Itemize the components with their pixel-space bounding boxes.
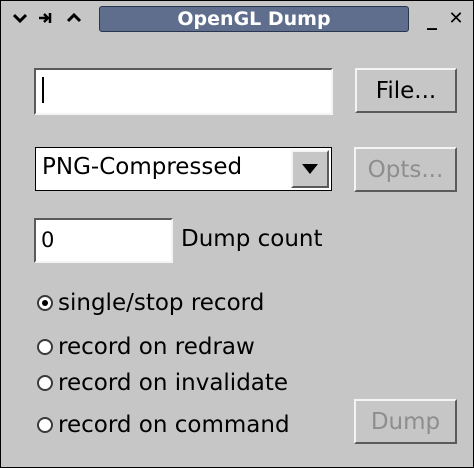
radio-selected-icon	[37, 295, 53, 311]
dropdown-arrow-icon[interactable]	[291, 150, 329, 188]
radio-record-on-redraw[interactable]: record on redraw	[37, 332, 255, 362]
dump-button[interactable]: Dump	[354, 399, 457, 444]
radio-label: record on command	[58, 412, 290, 438]
format-select[interactable]: PNG-Compressed	[35, 147, 332, 191]
opts-button[interactable]: Opts...	[354, 147, 457, 192]
radio-unselected-icon	[37, 339, 53, 355]
format-select-value: PNG-Compressed	[42, 154, 243, 180]
radio-record-on-command[interactable]: record on command	[37, 410, 290, 440]
radio-label: single/stop record	[58, 290, 265, 316]
radio-single-stop-record[interactable]: single/stop record	[37, 288, 264, 318]
text-cursor	[42, 77, 44, 103]
dump-count-value: 0	[41, 228, 55, 252]
dump-count-input[interactable]: 0	[34, 218, 173, 263]
pin-icon[interactable]	[35, 7, 57, 29]
file-path-input[interactable]	[34, 68, 333, 115]
close-button[interactable]: ✕	[445, 7, 467, 29]
chevron-down-icon[interactable]	[9, 7, 31, 29]
dump-count-label: Dump count	[181, 226, 323, 252]
radio-label: record on redraw	[58, 334, 255, 360]
chevron-up-icon[interactable]	[63, 7, 85, 29]
radio-unselected-icon	[37, 417, 53, 433]
window-title: OpenGL Dump	[99, 6, 409, 32]
minimize-button[interactable]: _	[421, 6, 443, 30]
title-bar: OpenGL Dump _ ✕	[1, 1, 473, 37]
file-button[interactable]: File...	[355, 68, 457, 113]
radio-label: record on invalidate	[58, 370, 289, 396]
radio-unselected-icon	[37, 375, 53, 391]
opengl-dump-window: OpenGL Dump _ ✕ File... PNG-Compressed O…	[0, 0, 474, 468]
radio-record-on-invalidate[interactable]: record on invalidate	[37, 368, 288, 398]
